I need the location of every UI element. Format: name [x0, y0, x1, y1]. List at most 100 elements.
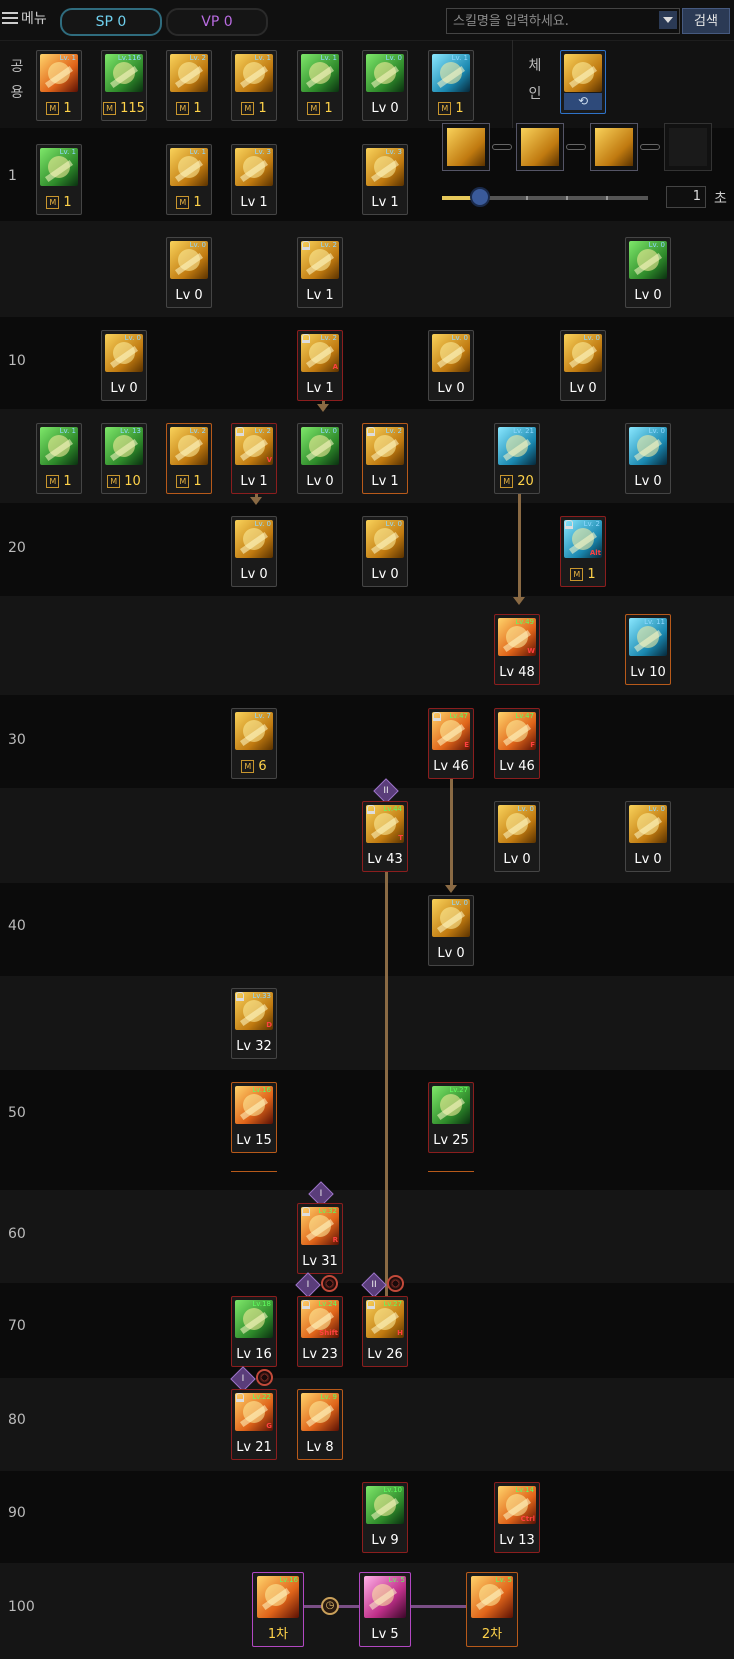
skill-1[interactable]: Lv. 3 Lv 1 — [362, 144, 408, 215]
skill-35[interactable]: Lv.44 T Lv 43 — [362, 801, 408, 872]
skill-level-tag: Lv.47 — [449, 712, 468, 720]
hotkey-badge: R — [332, 1236, 338, 1244]
divider — [231, 1171, 277, 1172]
skill-1[interactable]: Lv. 3 Lv 1 — [231, 144, 277, 215]
skill-5[interactable]: Lv. 0 Lv 0 — [166, 237, 212, 308]
skill-10[interactable]: Lv. 0 Lv 0 — [560, 330, 606, 401]
skill-25[interactable]: Lv. 11 Lv 10 — [625, 614, 671, 685]
common-label: 공 용 — [10, 54, 24, 106]
skill-50[interactable]: Lv.16 Lv 15 — [231, 1082, 277, 1153]
skill-level: Lv 0 — [110, 381, 138, 396]
skill-1[interactable]: Lv. 1 1 — [36, 144, 82, 215]
skill-5[interactable]: Lv. 2 Lv 1 — [297, 237, 343, 308]
skill-level-tag: Lv. 0 — [385, 54, 402, 62]
vp-counter: VP 0 — [166, 8, 268, 36]
skill-common-2[interactable]: Lv.116 115 — [101, 50, 147, 121]
skill-common-4[interactable]: Lv. 1 1 — [231, 50, 277, 121]
skill-link-arrow — [445, 775, 457, 893]
skill-60[interactable]: Lv.32 R Lv 31 — [297, 1203, 343, 1274]
skill-common-7[interactable]: Lv. 1 1 — [428, 50, 474, 121]
lock-icon — [302, 1207, 310, 1216]
skill-level: 2차 — [481, 1627, 503, 1642]
skill-level-tag: Lv. 0 — [254, 520, 271, 528]
chain-label: 체 인 — [528, 52, 542, 108]
skill-40[interactable]: Lv. 0 Lv 0 — [428, 895, 474, 966]
search-input[interactable] — [451, 10, 655, 32]
skill-70[interactable]: Lv.27 H Lv 26 — [362, 1296, 408, 1367]
shield-chain-icon — [564, 54, 602, 92]
skill-common-3[interactable]: Lv. 2 1 — [166, 50, 212, 121]
skill-10[interactable]: Lv. 0 Lv 0 — [101, 330, 147, 401]
skill-20[interactable]: Lv. 0 Lv 0 — [362, 516, 408, 587]
skill-35[interactable]: Lv. 0 Lv 0 — [494, 801, 540, 872]
skill-80[interactable]: Lv. 9 Lv 8 — [297, 1389, 343, 1460]
skill-level-tag: Lv. 1 — [59, 427, 76, 435]
hotkey-badge: Ctrl — [520, 1515, 535, 1523]
skill-45[interactable]: Lv.33 D Lv 32 — [231, 988, 277, 1059]
skill-15[interactable]: Lv. 2 1 — [166, 423, 212, 494]
skill-70[interactable]: Lv.18 Lv 16 — [231, 1296, 277, 1367]
skill-10[interactable]: Lv. 0 Lv 0 — [428, 330, 474, 401]
skill-70[interactable]: Lv.24 Shift Lv 23 — [297, 1296, 343, 1367]
skill-30[interactable]: Lv.47 E Lv 46 — [428, 708, 474, 779]
skill-20[interactable]: Lv. 0 Lv 0 — [231, 516, 277, 587]
master-icon — [107, 475, 121, 488]
skill-5[interactable]: Lv. 0 Lv 0 — [625, 237, 671, 308]
skill-level-tag: Lv.22 — [252, 1393, 271, 1401]
row-bg — [0, 1190, 734, 1283]
skill-15[interactable]: Lv. 0 Lv 0 — [625, 423, 671, 494]
skill-level: 10 — [102, 474, 146, 490]
skill-level-value: 1 — [63, 474, 72, 489]
skill-level-tag: Lv. 1 — [59, 148, 76, 156]
tier-label: II — [383, 786, 389, 796]
search-button[interactable]: 검색 — [682, 8, 730, 34]
skill-common-6[interactable]: Lv. 0 Lv 0 — [362, 50, 408, 121]
awakening-skill-2[interactable]: Lv. 5 2차 — [466, 1572, 518, 1647]
delay-slider[interactable] — [442, 187, 648, 207]
chain-slot-empty[interactable] — [664, 123, 712, 171]
skill-level-tag: Lv.33 — [252, 992, 271, 1000]
skill-15[interactable]: Lv. 0 Lv 0 — [297, 423, 343, 494]
skill-common-5[interactable]: Lv. 1 1 — [297, 50, 343, 121]
skill-15[interactable]: Lv. 21 20 — [494, 423, 540, 494]
menu-button[interactable]: 메뉴 — [2, 8, 47, 28]
skill-1[interactable]: Lv. 1 1 — [166, 144, 212, 215]
swirl-icon — [321, 1275, 338, 1292]
swap-icon[interactable]: ⟲ — [564, 93, 602, 110]
skill-80[interactable]: Lv.22 G Lv 21 — [231, 1389, 277, 1460]
skill-15[interactable]: Lv. 2 Lv 1 — [362, 423, 408, 494]
lock-icon — [236, 427, 244, 436]
seconds-input[interactable]: 1 — [666, 186, 706, 208]
skill-15[interactable]: Lv. 2 V Lv 1 — [231, 423, 277, 494]
skill-20[interactable]: Lv. 2 Alt 1 — [560, 516, 606, 587]
chain-slot-3[interactable] — [590, 123, 638, 171]
skill-level-tag: Lv. 0 — [189, 241, 206, 249]
master-icon — [46, 102, 60, 115]
chain-slot-1[interactable] — [442, 123, 490, 171]
skill-level: Lv 31 — [302, 1254, 338, 1269]
skill-30[interactable]: Lv.47 F Lv 46 — [494, 708, 540, 779]
master-icon — [307, 102, 321, 115]
menu-label: 메뉴 — [21, 11, 47, 27]
skill-35[interactable]: Lv. 0 Lv 0 — [625, 801, 671, 872]
skill-10[interactable]: Lv. 2 A Lv 1 — [297, 330, 343, 401]
skill-25[interactable]: Lv.49 W Lv 48 — [494, 614, 540, 685]
skill-15[interactable]: Lv. 13 10 — [101, 423, 147, 494]
hotkey-badge: Shift — [319, 1329, 338, 1337]
skill-30[interactable]: Lv. 7 6 — [231, 708, 277, 779]
skill-level-tag: Lv. 3 — [385, 148, 402, 156]
chain-skill-slot[interactable]: ⟲ — [560, 50, 606, 114]
skill-level: Lv 9 — [371, 1533, 399, 1548]
skill-90[interactable]: Lv.10 Lv 9 — [362, 1482, 408, 1553]
awakening-skill-mid[interactable]: Lv. 5 Lv 5 — [359, 1572, 411, 1647]
skill-common-1[interactable]: Lv. 1 1 — [36, 50, 82, 121]
master-icon — [176, 475, 190, 488]
slider-knob[interactable] — [470, 187, 490, 207]
awakening-skill-1[interactable]: Lv.16 1차 — [252, 1572, 304, 1647]
skill-50[interactable]: Lv.27 Lv 25 — [428, 1082, 474, 1153]
chain-slot-2[interactable] — [516, 123, 564, 171]
skill-90[interactable]: Lv.14 Ctrl Lv 13 — [494, 1482, 540, 1553]
search-box — [446, 8, 680, 34]
skill-15[interactable]: Lv. 1 1 — [36, 423, 82, 494]
chevron-down-icon[interactable] — [659, 11, 677, 29]
